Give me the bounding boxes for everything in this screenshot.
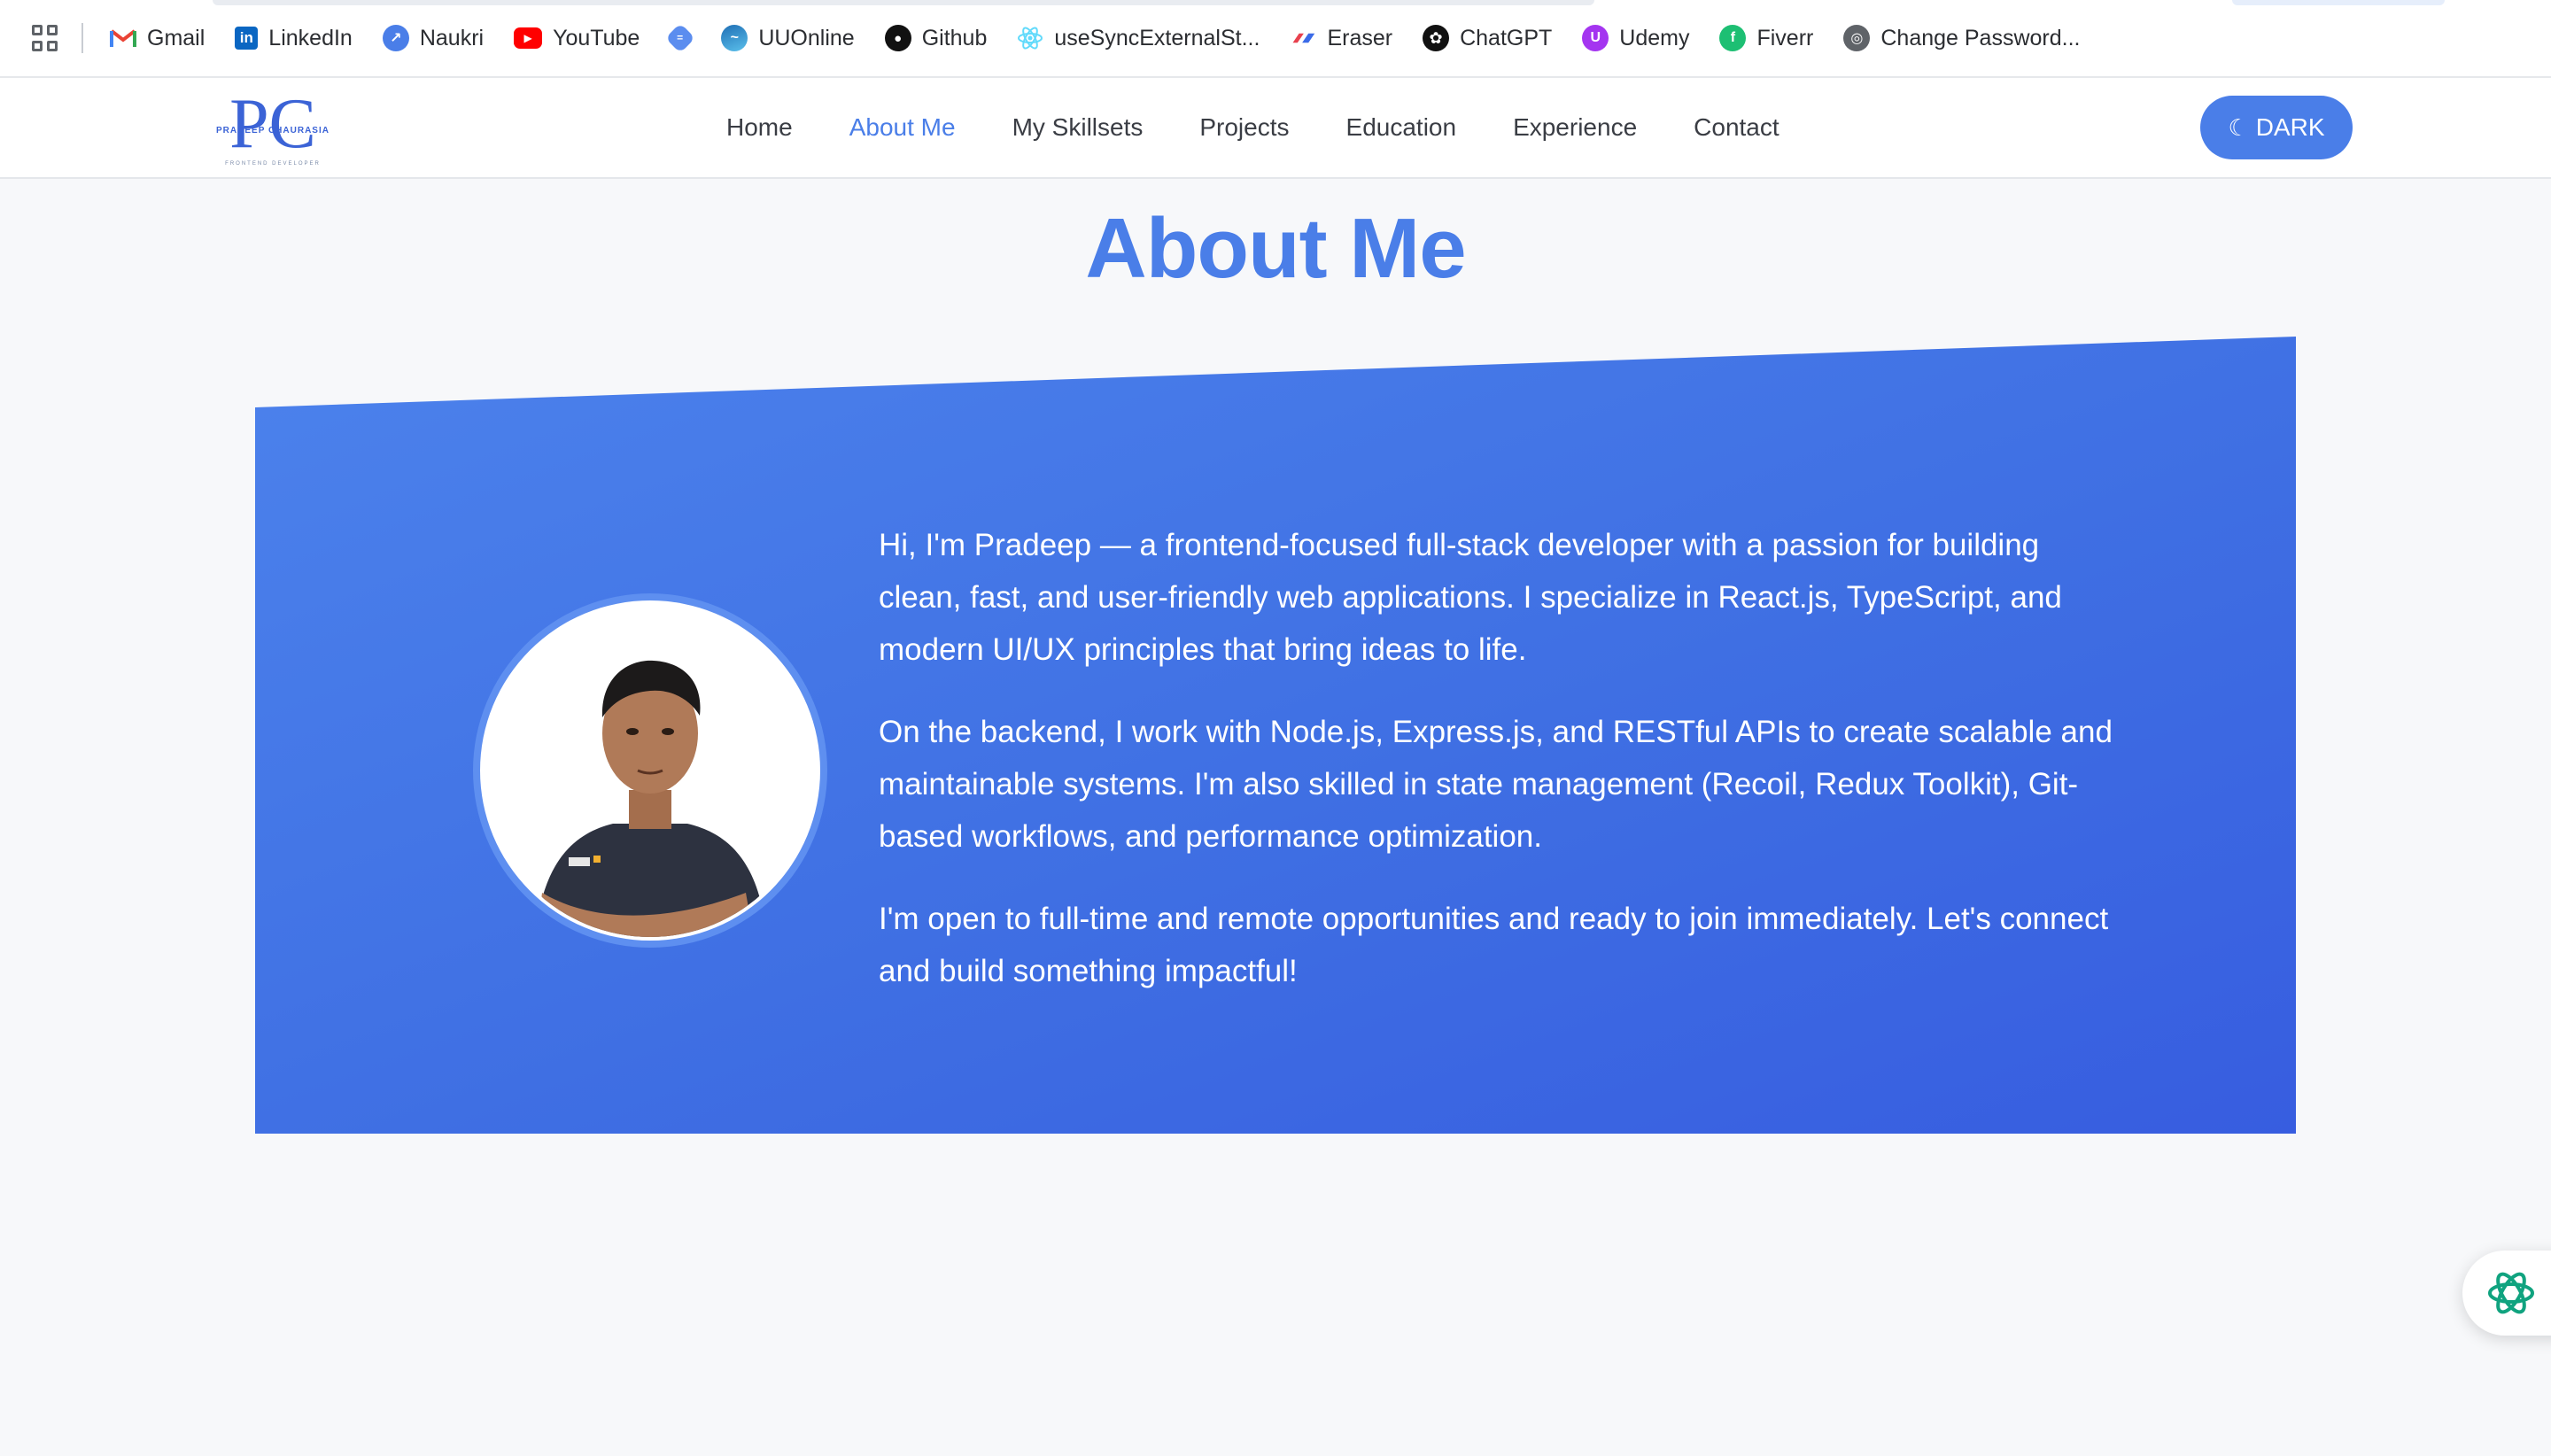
globe-icon: ◎ <box>1843 25 1871 51</box>
linkedin-icon: in <box>235 27 259 50</box>
react-icon <box>1017 25 1043 51</box>
logo-subtitle: FRONTEND DEVELOPER <box>225 161 321 167</box>
gmail-icon <box>110 25 136 51</box>
bookmark-linkedin[interactable]: in LinkedIn <box>235 26 353 51</box>
site-logo[interactable]: PC PRADEEP CHAURASIA FRONTEND DEVELOPER <box>202 85 344 172</box>
browser-address-edge <box>2232 0 2445 5</box>
page-title: About Me <box>1085 201 1466 296</box>
about-paragraph-backend: On the backend, I work with Node.js, Exp… <box>879 715 2113 854</box>
site-navbar: PC PRADEEP CHAURASIA FRONTEND DEVELOPER … <box>0 78 2551 179</box>
eraser-icon <box>1290 25 1316 51</box>
moon-icon: ☾ <box>2228 113 2249 141</box>
bookmark-uuonline[interactable]: ~ UUOnline <box>721 25 855 51</box>
dark-mode-toggle-button[interactable]: ☾ DARK <box>2200 96 2353 159</box>
naukri-icon: ↗ <box>382 25 409 51</box>
about-card: Hi, I'm Pradeep — a frontend-focused ful… <box>255 337 2296 1134</box>
bookmark-fiverr[interactable]: f Fiverr <box>1719 25 1813 51</box>
cloud-icon: = <box>665 23 696 53</box>
nav-projects[interactable]: Projects <box>1199 113 1289 142</box>
about-text: Hi, I'm Pradeep — a frontend-focused ful… <box>879 519 2119 1027</box>
primary-nav: Home About Me My Skillsets Projects Educ… <box>726 78 1836 177</box>
profile-avatar <box>480 600 820 941</box>
about-paragraph-intro: Hi, I'm Pradeep — a frontend-focused ful… <box>879 528 2062 667</box>
nav-home[interactable]: Home <box>726 113 793 142</box>
chatgpt-icon: ✿ <box>1423 25 1450 51</box>
bookmark-gmail[interactable]: Gmail <box>110 25 205 51</box>
assistant-launcher-button[interactable] <box>2462 1251 2551 1336</box>
udemy-icon: U <box>1582 25 1609 51</box>
nav-contact[interactable]: Contact <box>1694 113 1779 142</box>
bookmarks-bar: Gmail in LinkedIn ↗ Naukri ▶ YouTube = ~… <box>0 0 2551 78</box>
nav-experience[interactable]: Experience <box>1513 113 1637 142</box>
bookmark-youtube[interactable]: ▶ YouTube <box>514 26 640 51</box>
bookmarks-divider <box>81 23 83 53</box>
bookmark-chatgpt[interactable]: ✿ ChatGPT <box>1423 25 1552 51</box>
bookmark-udemy[interactable]: U Udemy <box>1582 25 1689 51</box>
dark-mode-label: DARK <box>2255 113 2325 141</box>
nav-education[interactable]: Education <box>1346 113 1457 142</box>
logo-initials: PC <box>229 85 316 163</box>
browser-tab-strip-edge <box>213 0 1594 5</box>
bookmark-eraser[interactable]: Eraser <box>1290 25 1392 51</box>
bookmark-github[interactable]: ● Github <box>884 25 987 51</box>
youtube-icon: ▶ <box>514 27 543 49</box>
bookmark-usesyncexternalstore[interactable]: useSyncExternalSt... <box>1017 25 1260 51</box>
bookmark-naukri[interactable]: ↗ Naukri <box>382 25 484 51</box>
bookmark-cloud[interactable]: = <box>665 23 702 53</box>
uuonline-icon: ~ <box>721 25 748 51</box>
assistant-icon <box>2488 1272 2534 1314</box>
logo-name: PRADEEP CHAURASIA <box>216 126 330 136</box>
apps-grid-icon[interactable] <box>32 25 58 51</box>
about-paragraph-availability: I'm open to full-time and remote opportu… <box>879 902 2109 988</box>
fiverr-icon: f <box>1719 25 1747 51</box>
nav-about-me[interactable]: About Me <box>849 113 956 142</box>
github-icon: ● <box>884 25 911 51</box>
bookmark-change-password[interactable]: ◎ Change Password... <box>1843 25 2080 51</box>
nav-my-skillsets[interactable]: My Skillsets <box>1012 113 1144 142</box>
